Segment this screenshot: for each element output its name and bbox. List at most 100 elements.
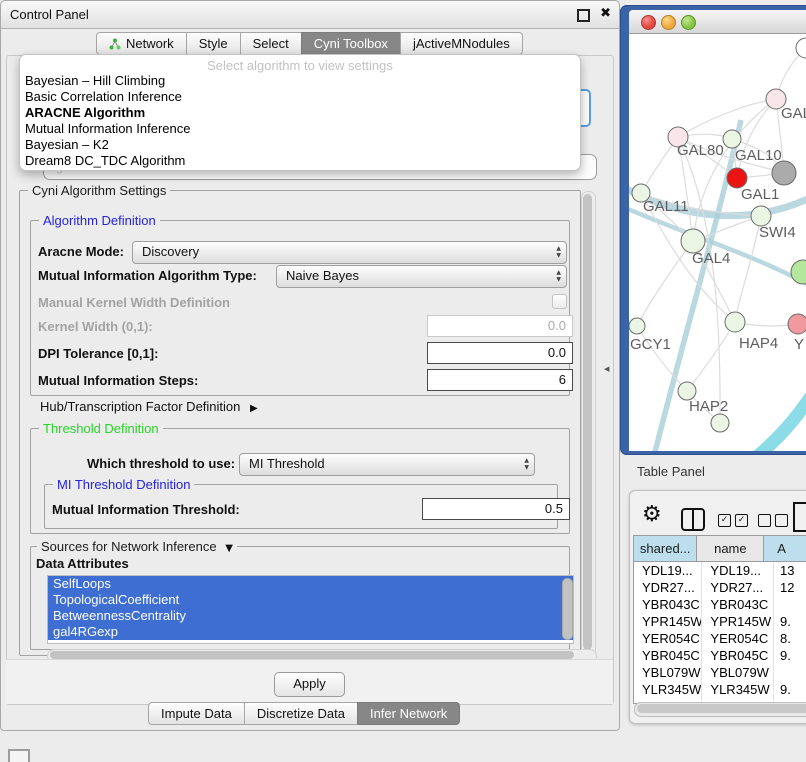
column-header-A[interactable]: A [764, 536, 806, 562]
table-cell[interactable]: YDL19... [634, 562, 702, 579]
table-cell[interactable]: YBR043C [702, 596, 774, 613]
algorithm-option[interactable]: Basic Correlation Inference [20, 89, 580, 105]
algorithm-option[interactable]: Dream8 DC_TDC Algorithm [20, 153, 580, 169]
table-row[interactable]: YBR043CYBR043C [634, 596, 806, 613]
kernel-width-label: Kernel Width (0,1): [38, 319, 153, 334]
select-all-columns-icon[interactable]: ✓✓ [718, 514, 748, 527]
network-node[interactable] [791, 260, 806, 284]
network-node-swi4[interactable] [751, 206, 771, 226]
tab-impute-data[interactable]: Impute Data [148, 702, 245, 725]
network-node-hap4[interactable] [725, 312, 745, 332]
attribute-list-item[interactable]: SelfLoops [48, 576, 573, 592]
mi-steps-field[interactable]: 6 [427, 369, 573, 391]
which-threshold-select[interactable]: MI Threshold ▲▼ [239, 453, 535, 476]
zoom-traffic-light-icon[interactable] [681, 15, 696, 30]
attribute-list-item[interactable]: gal4RGexp [48, 624, 573, 640]
tab-jactivemnodules[interactable]: jActiveMNodules [400, 32, 523, 55]
table-cell[interactable]: 8. [774, 630, 806, 647]
network-node-gcy1[interactable] [629, 318, 645, 334]
close-traffic-light-icon[interactable] [641, 15, 656, 30]
table-row[interactable]: YDR27...YDR27...12 [634, 579, 806, 596]
column-header-name[interactable]: name [697, 536, 764, 562]
network-node[interactable] [711, 414, 729, 432]
table-cell[interactable]: YPR145W [702, 613, 774, 630]
table-cell[interactable]: YDR27... [702, 579, 774, 596]
top-tab-bar: NetworkStyleSelectCyni ToolboxjActiveMNo… [96, 32, 523, 55]
network-node-gal1[interactable] [727, 168, 747, 188]
list-scrollbar[interactable] [562, 578, 571, 640]
tab-infer-network[interactable]: Infer Network [357, 702, 460, 725]
tab-label: Impute Data [161, 703, 232, 724]
attribute-list-item[interactable]: BetweennessCentrality [48, 608, 573, 624]
table-cell[interactable]: 13 [774, 562, 806, 579]
table-cell[interactable]: 9. [774, 613, 806, 630]
table-cell[interactable]: YER054C [634, 630, 702, 647]
algorithm-option[interactable]: Bayesian – K2 [20, 137, 580, 153]
mi-threshold-field[interactable]: 0.5 [422, 498, 570, 520]
deselect-all-columns-icon[interactable] [758, 514, 788, 527]
network-node-y[interactable] [788, 314, 806, 334]
columns-icon[interactable] [681, 508, 705, 531]
tab-style[interactable]: Style [186, 32, 241, 55]
table-cell[interactable]: YER054C [702, 630, 774, 647]
table-cell[interactable]: YBR045C [634, 647, 702, 664]
network-edge[interactable] [687, 322, 735, 391]
table-cell[interactable]: YLR345W [702, 681, 774, 698]
table-cell[interactable]: YLR345W [634, 681, 702, 698]
data-attributes-label: Data Attributes [36, 556, 129, 571]
panel-splitter-arrow-icon[interactable]: ◀ [604, 365, 609, 373]
network-node[interactable] [796, 38, 806, 58]
table-cell[interactable] [774, 596, 806, 613]
network-edge[interactable] [735, 216, 761, 322]
apply-button[interactable]: Apply [274, 672, 345, 697]
table-cell[interactable] [774, 664, 806, 681]
algorithm-option[interactable]: Mutual Information Inference [20, 121, 580, 137]
table-cell[interactable]: YDL19... [702, 562, 774, 579]
aracne-mode-select[interactable]: Discovery ▲▼ [132, 241, 567, 264]
close-icon[interactable]: ✖ [600, 6, 611, 21]
algorithm-option[interactable]: Bayesian – Hill Climbing [20, 73, 580, 89]
table-row[interactable]: YER054CYER054C8. [634, 630, 806, 647]
table-cell[interactable]: YBL079W [634, 664, 702, 681]
tab-cyni-toolbox[interactable]: Cyni Toolbox [301, 32, 401, 55]
table-row[interactable]: YBR045CYBR045C9. [634, 647, 806, 664]
table-row[interactable]: YBL079WYBL079W [634, 664, 806, 681]
tab-discretize-data[interactable]: Discretize Data [244, 702, 358, 725]
gear-icon[interactable]: ⚙ [642, 502, 662, 527]
algorithm-option[interactable]: ARACNE Algorithm [20, 105, 580, 121]
float-window-icon[interactable] [577, 9, 590, 22]
network-node[interactable] [772, 161, 796, 185]
document-icon[interactable] [793, 502, 806, 532]
network-edge[interactable] [745, 384, 806, 451]
minimize-traffic-light-icon[interactable] [661, 15, 676, 30]
table-row[interactable]: YDL19...YDL19...13 [634, 562, 806, 579]
table-cell[interactable]: YBR045C [702, 647, 774, 664]
table-cell[interactable]: YBR043C [634, 596, 702, 613]
data-attributes-list[interactable]: SelfLoopsTopologicalCoefficientBetweenne… [47, 575, 574, 644]
table-cell[interactable]: YDR27... [634, 579, 702, 596]
table-cell[interactable]: YPR145W [634, 613, 702, 630]
table-cell[interactable]: 12 [774, 579, 806, 596]
table-cell[interactable]: 9. [774, 681, 806, 698]
sources-group-title[interactable]: Sources for Network Inference ▼ [37, 539, 237, 554]
table-header: shared...nameA [634, 536, 806, 562]
attribute-list-item[interactable]: TopologicalCoefficient [48, 592, 573, 608]
tab-network[interactable]: Network [96, 32, 187, 55]
network-node-label: GAL10 [735, 147, 782, 164]
mi-type-select[interactable]: Naive Bayes ▲▼ [276, 265, 567, 288]
bottom-tab-bar: Impute Data Discretize DataInfer Network [148, 702, 460, 725]
table-row[interactable]: YPR145WYPR145W9. [634, 613, 806, 630]
network-node-gal10[interactable] [723, 130, 741, 148]
hub-definition-toggle[interactable]: Hub/Transcription Factor Definition ▶ [40, 399, 258, 414]
settings-vertical-scrollbar[interactable] [581, 191, 596, 657]
column-header-shared...[interactable]: shared... [634, 536, 697, 562]
table-cell[interactable]: 9. [774, 647, 806, 664]
tab-select[interactable]: Select [240, 32, 302, 55]
table-row[interactable]: YLR345WYLR345W9. [634, 681, 806, 698]
table-cell[interactable]: YBL079W [702, 664, 774, 681]
network-graph[interactable]: GALGAL80GAL10GAL1GAL11SWI4GAL4GCY1HAP4YH… [629, 34, 806, 451]
table-horizontal-scrollbar[interactable] [634, 702, 806, 717]
network-edge[interactable] [637, 241, 693, 326]
panel-title: Control Panel [10, 7, 89, 22]
dpi-tolerance-field[interactable]: 0.0 [427, 342, 573, 364]
